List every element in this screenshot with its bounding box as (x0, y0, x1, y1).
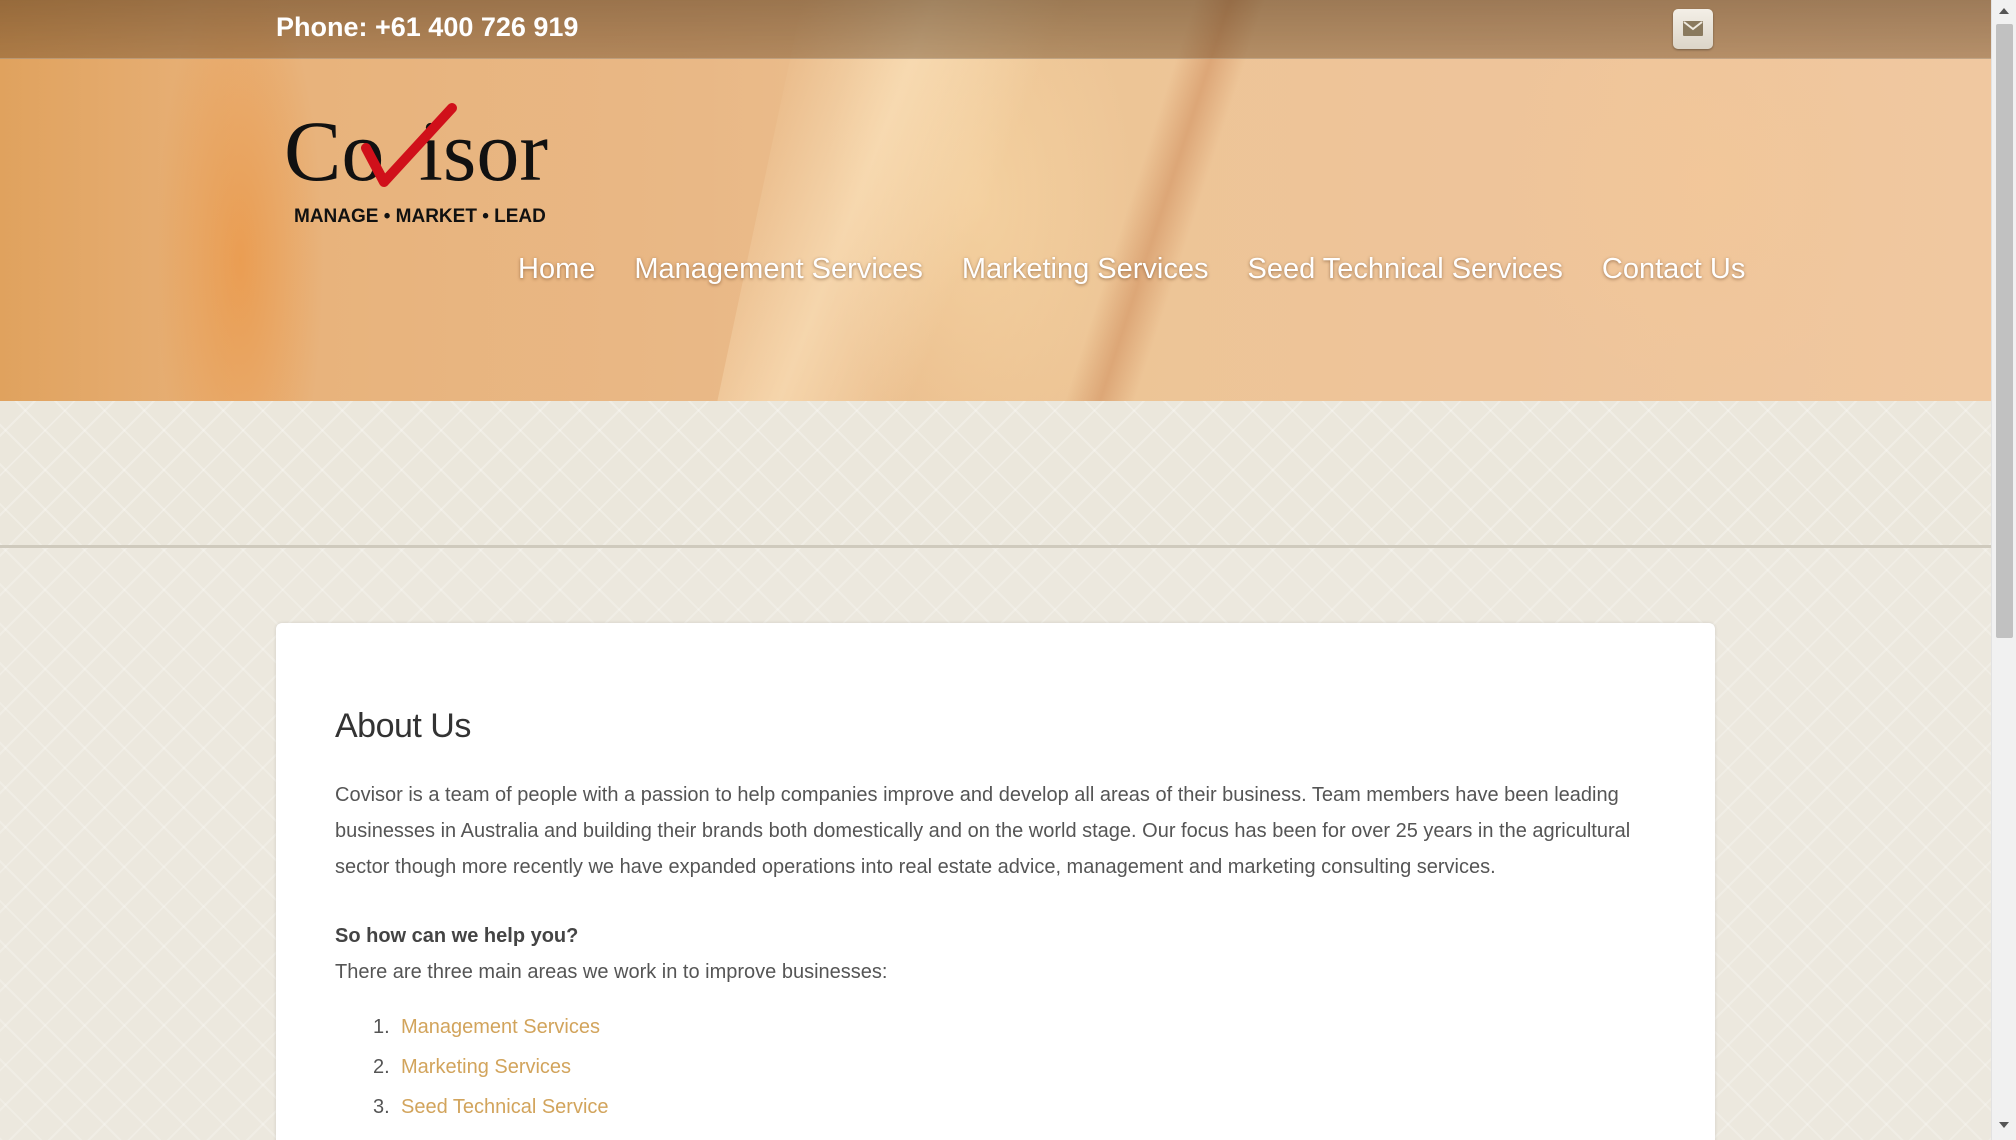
page: Phone: +61 400 726 919 Co isor MANAGE • … (0, 0, 1991, 1140)
hero-decor-stalk (1064, 0, 1266, 401)
areas-intro: There are three main areas we work in to… (335, 961, 888, 983)
content-card: About Us Covisor is a team of people wit… (276, 623, 1715, 1140)
main-nav: Home Management Services Marketing Servi… (518, 253, 1745, 293)
link-seed-technical-service[interactable]: Seed Technical Service (401, 1096, 609, 1118)
nav-item-home[interactable]: Home (518, 253, 595, 293)
covisor-logo[interactable]: Co isor MANAGE • MARKET • LEAD (284, 100, 564, 235)
mail-icon (1683, 21, 1703, 36)
link-management-services[interactable]: Management Services (401, 1016, 600, 1038)
help-subheading: So how can we help you? (335, 925, 579, 947)
list-number: 3. (373, 1096, 390, 1118)
link-marketing-services[interactable]: Marketing Services (401, 1056, 571, 1078)
nav-item-seed-technical-services[interactable]: Seed Technical Services (1247, 253, 1562, 293)
logo-tagline: MANAGE • MARKET • LEAD (294, 206, 546, 227)
hero-decor-grain (717, 0, 1063, 401)
mail-button[interactable] (1673, 9, 1713, 49)
list-item: 3. Seed Technical Service (335, 1087, 609, 1127)
nav-item-contact-us[interactable]: Contact Us (1602, 253, 1745, 293)
scroll-up-arrow-icon[interactable] (1999, 8, 2009, 14)
logo-graphic: Co isor MANAGE • MARKET • LEAD (284, 103, 548, 227)
title-band (0, 401, 1991, 548)
scroll-down-arrow-icon[interactable] (1999, 1122, 2009, 1128)
top-bar: Phone: +61 400 726 919 (0, 0, 1991, 59)
services-list: 1. Management Services 2. Marketing Serv… (335, 1007, 609, 1127)
list-number: 1. (373, 1016, 390, 1038)
nav-item-management-services[interactable]: Management Services (634, 253, 923, 293)
list-item: 2. Marketing Services (335, 1047, 609, 1087)
phone-number: Phone: +61 400 726 919 (276, 12, 579, 42)
list-item: 1. Management Services (335, 1007, 609, 1047)
nav-item-marketing-services[interactable]: Marketing Services (962, 253, 1209, 293)
about-paragraph: Covisor is a team of people with a passi… (335, 784, 1631, 878)
scrollbar-thumb[interactable] (1996, 24, 2013, 638)
list-number: 2. (373, 1056, 390, 1078)
page-title: About Us (335, 707, 471, 745)
vertical-scrollbar[interactable] (1991, 0, 2016, 1140)
